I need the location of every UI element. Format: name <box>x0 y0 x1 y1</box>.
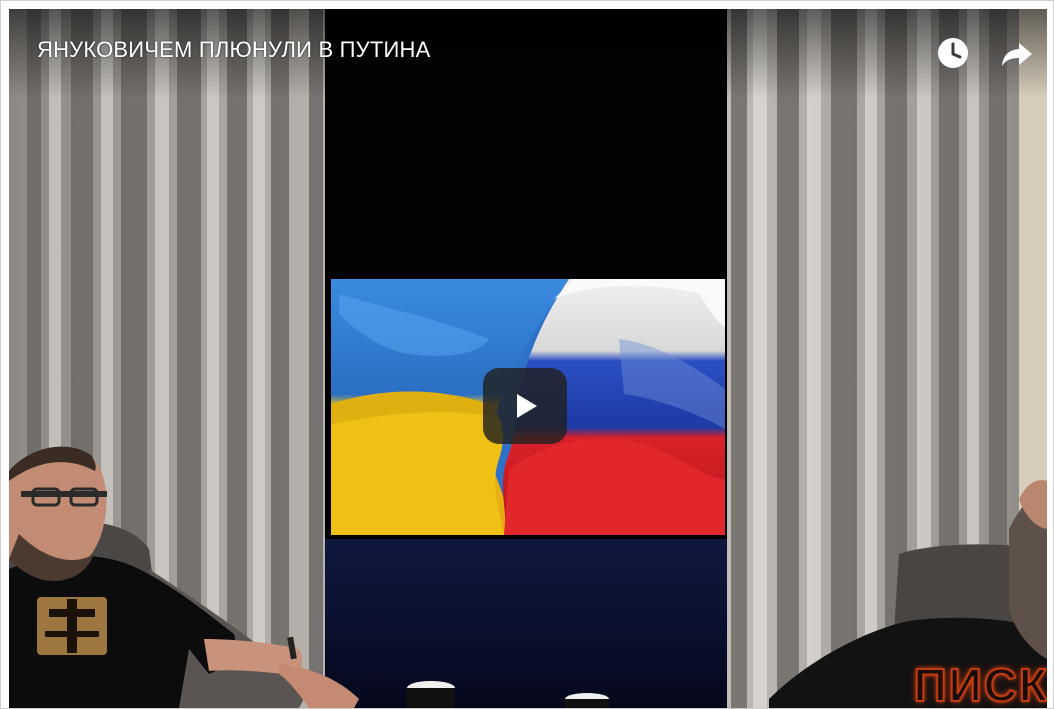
video-thumbnail <box>9 9 1047 708</box>
top-actions <box>933 33 1037 73</box>
play-button[interactable] <box>483 368 567 444</box>
clock-icon <box>938 38 968 68</box>
watch-later-button[interactable] <box>933 33 973 73</box>
channel-watermark: ПИСК <box>913 658 1047 708</box>
play-icon <box>517 394 537 418</box>
share-button[interactable] <box>997 33 1037 73</box>
video-title[interactable]: ЯНУКОВИЧЕМ ПЛЮНУЛИ В ПУТИНА <box>37 37 430 63</box>
embed-frame: ЯНУКОВИЧЕМ ПЛЮНУЛИ В ПУТИНА ПИСК <box>0 0 1054 709</box>
video-player[interactable]: ЯНУКОВИЧЕМ ПЛЮНУЛИ В ПУТИНА ПИСК <box>9 9 1047 708</box>
share-arrow-icon <box>1002 43 1032 66</box>
